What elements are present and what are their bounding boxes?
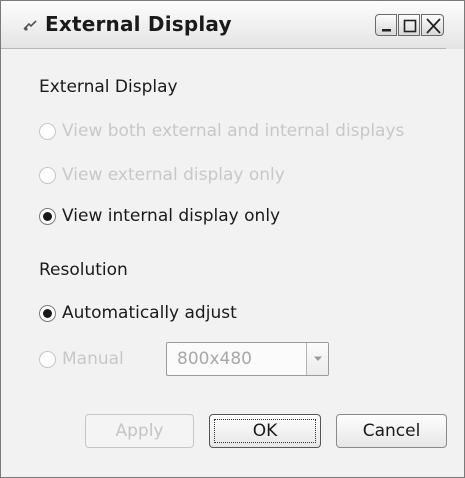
auto-adjust-radio[interactable] xyxy=(39,304,56,322)
apply-button[interactable]: Apply xyxy=(85,414,194,448)
display-app-icon xyxy=(23,20,37,31)
resolution-select-value: 800x480 xyxy=(177,349,252,369)
auto-adjust-label: Automatically adjust xyxy=(62,303,237,323)
option-manual[interactable]: Manual xyxy=(39,348,124,370)
view-external-label: View external display only xyxy=(62,165,285,185)
manual-label: Manual xyxy=(62,349,124,369)
minimize-icon xyxy=(382,29,391,32)
close-button[interactable] xyxy=(421,14,444,36)
ok-button[interactable]: OK xyxy=(209,414,321,448)
external-display-dialog: External Display External Display View b… xyxy=(0,0,465,478)
title-bar-edge xyxy=(446,1,464,49)
resolution-select[interactable]: 800x480 xyxy=(166,342,329,376)
view-external-radio[interactable] xyxy=(39,166,56,184)
chevron-down-icon xyxy=(314,356,322,361)
minimize-button[interactable] xyxy=(375,14,397,36)
resolution-heading: Resolution xyxy=(39,260,128,280)
close-icon xyxy=(426,18,441,34)
maximize-button[interactable] xyxy=(398,14,420,36)
window-title: External Display xyxy=(45,12,232,36)
maximize-icon xyxy=(403,19,417,33)
cancel-button[interactable]: Cancel xyxy=(336,414,447,448)
option-view-internal[interactable]: View internal display only xyxy=(39,205,280,227)
view-internal-label: View internal display only xyxy=(62,206,281,226)
option-view-both[interactable]: View both external and internal displays xyxy=(39,120,404,142)
external-display-heading: External Display xyxy=(39,77,178,97)
view-both-label: View both external and internal displays xyxy=(62,121,405,141)
resolution-select-toggle[interactable] xyxy=(306,343,328,375)
option-view-external[interactable]: View external display only xyxy=(39,164,285,186)
option-auto-adjust[interactable]: Automatically adjust xyxy=(39,302,237,324)
manual-radio[interactable] xyxy=(39,350,56,368)
view-both-radio[interactable] xyxy=(39,122,56,140)
view-internal-radio[interactable] xyxy=(39,207,56,225)
title-bar[interactable]: External Display xyxy=(1,1,464,49)
